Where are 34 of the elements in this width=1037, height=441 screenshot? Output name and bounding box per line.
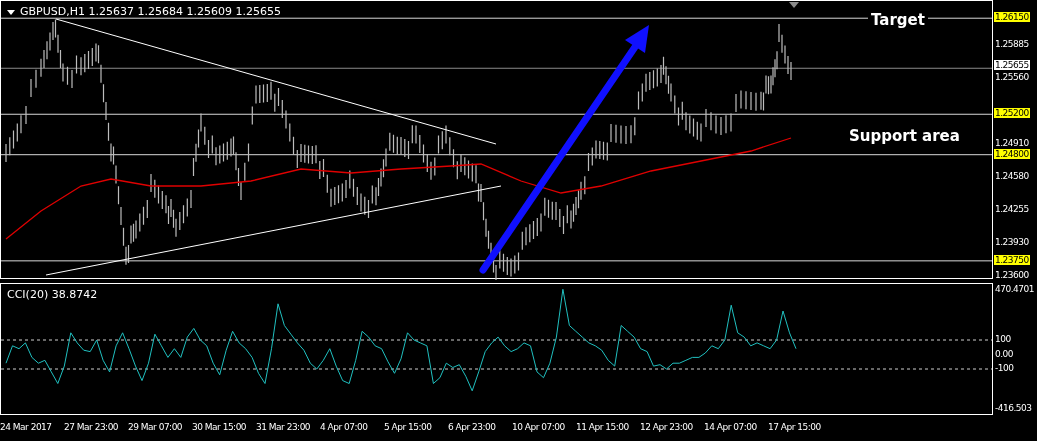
time-label: 14 Apr 07:00 (704, 421, 758, 435)
time-label: 31 Mar 23:00 (256, 421, 312, 435)
price-label: 1.24910 (994, 137, 1030, 148)
dropdown-icon[interactable] (7, 9, 15, 15)
time-label: 27 Mar 23:00 (64, 421, 120, 435)
price-label: 1.25200 (994, 108, 1030, 119)
indicator-label: -100 (994, 363, 1015, 374)
price-label: 1.25655 (994, 60, 1030, 71)
indicator-label: 470.4701 (994, 284, 1035, 295)
time-label: 5 Apr 15:00 (384, 421, 433, 435)
price-label: 1.23750 (994, 254, 1030, 265)
time-label: 11 Apr 15:00 (576, 421, 630, 435)
price-label: 1.23930 (994, 236, 1030, 247)
indicator-title: CCI(20) 38.8742 (7, 287, 98, 304)
time-label: 17 Apr 15:00 (768, 421, 822, 435)
chart-title: GBPUSD,H1 1.25637 1.25684 1.25609 1.25655 (20, 4, 281, 20)
time-label: 29 Mar 07:00 (128, 421, 184, 435)
price-label: 1.24800 (994, 148, 1030, 159)
price-label: 1.25560 (994, 71, 1030, 82)
price-label: 1.24255 (994, 203, 1030, 214)
indicator-label: 0.00 (994, 348, 1015, 359)
price-label: 1.25885 (994, 39, 1030, 49)
time-label: 4 Apr 07:00 (320, 421, 369, 435)
time-label: 30 Mar 15:00 (192, 421, 248, 435)
time-label: 12 Apr 23:00 (640, 421, 694, 435)
indicator-label: -416.503 (994, 403, 1033, 414)
price-label: 1.26150 (994, 12, 1030, 23)
time-label: 24 Mar 2017 (0, 421, 53, 435)
price-label: 1.23600 (994, 270, 1030, 280)
time-label: 10 Apr 07:00 (512, 421, 566, 435)
price-label: 1.24580 (994, 170, 1030, 181)
time-label: 6 Apr 23:00 (448, 421, 497, 435)
indicator-label: 100 (994, 334, 1012, 345)
chart-shift-icon[interactable] (789, 2, 799, 8)
